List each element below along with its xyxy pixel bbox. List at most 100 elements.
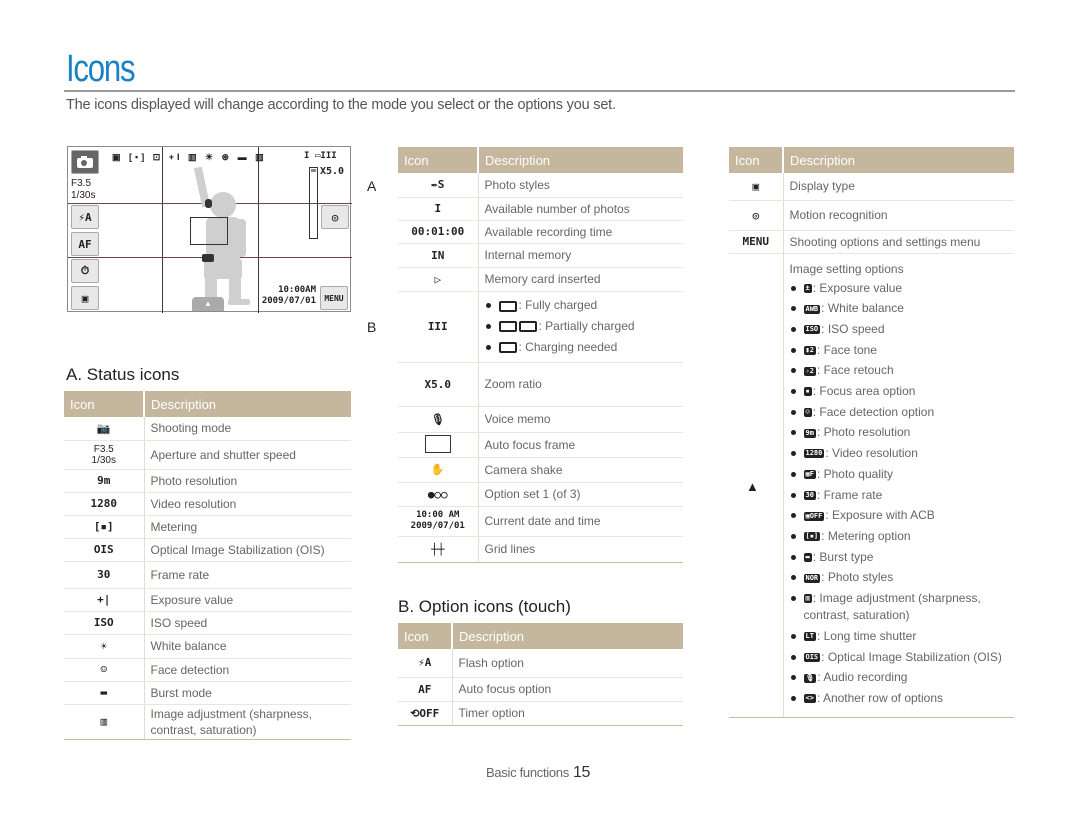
table-row: ▥ Image adjustment (sharpness, contrast, …	[64, 704, 351, 740]
image-setting-label: : White balance	[821, 301, 904, 316]
options-tab-button[interactable]: ▲	[192, 297, 224, 311]
battery-icon: III	[398, 291, 479, 363]
table-row: ☀ White balance	[64, 634, 351, 659]
image-settings-list: ±: Exposure value AWB: White balance ISO: …	[790, 278, 1009, 709]
table-row: ⟲OFF Timer option	[398, 701, 683, 726]
row-description: Aperture and shutter speed	[144, 440, 351, 470]
column-header-icon: Icon	[729, 147, 784, 173]
column-header-icon: Icon	[398, 147, 479, 173]
grid-line	[162, 147, 163, 313]
image-setting-label: : Focus area option	[812, 384, 916, 399]
image-adjust-icon: ▥	[803, 594, 812, 604]
image-setting-label: : Video resolution	[825, 446, 918, 461]
frame-rate-icon: 30	[64, 561, 145, 589]
long-time-shutter-icon: LT	[803, 632, 816, 642]
another-row-icon: <>	[803, 694, 816, 704]
motion-recognition-button[interactable]: ◎	[321, 205, 349, 229]
menu-button[interactable]: MENU	[320, 286, 348, 310]
timer-icon: ⟲OFF	[398, 701, 453, 726]
image-setting-item: ✧2: Face retouch	[790, 360, 1009, 381]
table-row: OIS Optical Image Stabilization (OIS)	[64, 538, 351, 562]
camera-shake-icon: ✋	[398, 457, 479, 483]
menu-icons-table: Icon Description ▣ Display type ◎ Motion re…	[729, 147, 1014, 718]
table-row: ⚡A Flash option	[398, 649, 683, 678]
image-setting-item: 🎙: Audio recording	[790, 667, 1009, 688]
row-description: Frame rate	[144, 561, 351, 589]
column-header-icon: Icon	[64, 391, 145, 417]
face-detection-off-icon: ☺	[803, 408, 812, 418]
af-button[interactable]: AF	[71, 232, 99, 256]
row-description: Memory card inserted	[478, 267, 683, 292]
image-setting-item: [▪]: Metering option	[790, 526, 1009, 547]
photo-count-icon: I	[398, 197, 479, 221]
photo-quality-icon: ▦F	[803, 470, 816, 480]
options-tab-cell	[729, 253, 784, 718]
ois-icon: OIS	[64, 538, 145, 562]
af-frame-icon	[398, 432, 479, 458]
table-row: ✒S Photo styles	[398, 173, 683, 198]
zoom-bar[interactable]	[309, 167, 318, 239]
row-description: Auto focus option	[452, 677, 683, 702]
timer-button[interactable]: ⏱	[71, 259, 99, 283]
motion-recognition-icon: ◎	[331, 210, 339, 224]
battery-state-item: : Fully charged	[485, 295, 678, 316]
image-setting-item: LT: Long time shutter	[790, 626, 1009, 647]
image-setting-item: NOR: Photo styles	[790, 567, 1009, 588]
row-description: Voice memo	[478, 406, 683, 433]
image-setting-label: : Image adjustment (sharpness, contrast,…	[803, 591, 981, 623]
table-row: 🎙 Voice memo	[398, 406, 683, 433]
column-header-description: Description	[783, 147, 1014, 173]
iso-icon: ISO	[64, 611, 145, 635]
row-description: Camera shake	[478, 457, 683, 483]
image-setting-label: : Optical Image Stabilization (OIS)	[821, 649, 1002, 664]
image-setting-item: OIS: Optical Image Stabilization (OIS)	[790, 647, 1009, 668]
battery-states-list: : Fully charged: Partially charged: Char…	[485, 295, 678, 357]
shots-remaining: I	[304, 151, 310, 161]
iso-auto-icon: ISO	[803, 325, 821, 335]
flash-icon: ⚡A	[78, 210, 92, 224]
table-row: ☺ Face detection	[64, 658, 351, 682]
audio-recording-icon: 🎙	[803, 673, 817, 683]
metering-icon: [▪]	[64, 515, 145, 539]
aperture-shutter: F3.5 1/30s	[64, 440, 145, 470]
shutter-value: 1/30s	[71, 190, 96, 201]
exposure-icon: ±	[803, 283, 812, 293]
acb-icon: ▣OFF	[803, 511, 825, 521]
row-description: Photo styles	[478, 173, 683, 198]
battery-level-icon	[498, 321, 517, 333]
image-setting-item: <>: Another row of options	[790, 688, 1009, 709]
image-setting-label: : Photo resolution	[816, 425, 911, 440]
current-time: 10:00AM	[278, 285, 316, 295]
table-row: ●○○ Option set 1 (of 3)	[398, 482, 683, 507]
status-icons-table: Icon Description 📷 Shooting mode F3.5 1/30…	[64, 391, 351, 740]
photo-styles-nor-icon: NOR	[803, 573, 821, 583]
display-button[interactable]: ▣	[71, 286, 99, 310]
image-setting-item: ▣OFF: Exposure with ACB	[790, 505, 1009, 526]
image-setting-label: : ISO speed	[821, 321, 885, 336]
battery-state-label: : Fully charged	[518, 298, 598, 313]
battery-level-icon	[498, 300, 517, 312]
table-row: ◎ Motion recognition	[729, 200, 1014, 231]
row-description: Current date and time	[478, 506, 683, 537]
table-row: ▬ Burst mode	[64, 681, 351, 705]
menu-icon: MENU	[729, 230, 784, 254]
shooting-mode-button[interactable]	[71, 150, 99, 174]
up-arrow-icon: ▲	[204, 299, 212, 308]
row-description: Metering	[144, 515, 351, 539]
image-setting-item: AWB: White balance	[790, 298, 1009, 319]
image-setting-label: : Photo quality	[816, 466, 893, 481]
flash-button[interactable]: ⚡A	[71, 205, 99, 229]
burst-type-icon: ▬	[803, 552, 812, 562]
table-row: 📷 Shooting mode	[64, 417, 351, 441]
table-row: IN Internal memory	[398, 243, 683, 268]
ois-icon: OIS	[803, 653, 821, 663]
table-row: +| Exposure value	[64, 588, 351, 612]
photo-resolution-icon: 9m	[803, 428, 816, 438]
row-description: Shooting options and settings menu	[783, 230, 1014, 254]
battery-level-icon	[498, 342, 517, 354]
face-detection-icon: ☺	[64, 658, 145, 682]
photo-resolution-icon: 9m	[64, 469, 145, 493]
table-row: Auto focus frame	[398, 432, 683, 458]
row-description: Burst mode	[144, 681, 351, 705]
image-setting-item: 30: Frame rate	[790, 485, 1009, 506]
